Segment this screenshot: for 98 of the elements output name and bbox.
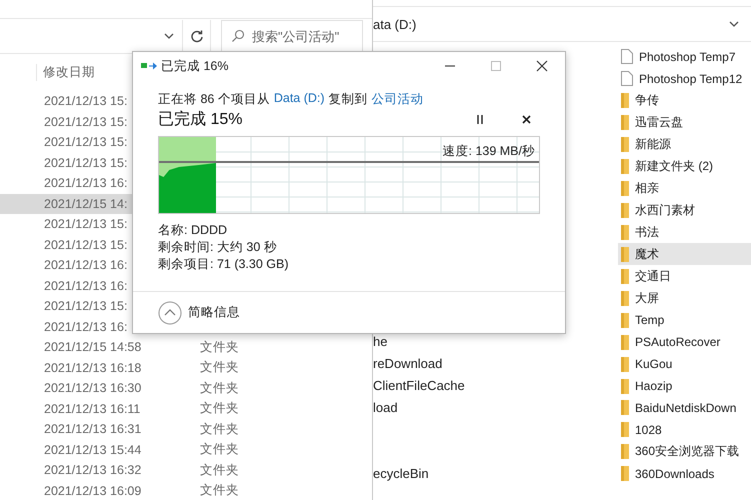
file-item[interactable]: 1028 [618, 418, 751, 441]
detail-text: 剩余项目: 71 (3.30 GB) [158, 256, 290, 273]
file-item[interactable]: 水西门素材 [618, 200, 751, 222]
folder-icon [621, 466, 629, 482]
search-field[interactable]: 搜索"公司活动" [221, 20, 363, 52]
file-name[interactable]: reDownload [373, 352, 465, 375]
item-type: 文件夹 [200, 338, 239, 356]
file-item[interactable]: 新建文件夹 (2) [618, 156, 751, 178]
file-item[interactable]: 新能源 [618, 134, 751, 156]
detail-text: 剩余时间: 大约 30 秒 [158, 239, 278, 256]
copy-description: 复制到 [328, 91, 368, 108]
item-type: 文件夹 [200, 359, 239, 376]
file-item[interactable]: PSAutoRecover [618, 331, 751, 354]
folder-icon [621, 290, 629, 306]
refresh-icon [190, 29, 204, 43]
file-row[interactable]: 2021/12/13 16:11 文件夹 [0, 398, 372, 419]
item-type: 文件夹 [200, 420, 239, 438]
date-modified: 2021/12/13 16:32 [44, 463, 142, 478]
cancel-icon [522, 114, 530, 124]
chevron-up-icon [158, 300, 182, 324]
folder-icon [621, 181, 629, 196]
folder-icon [621, 159, 629, 174]
file-item[interactable]: BaiduNetdiskDown [618, 397, 751, 419]
close-icon [536, 60, 548, 72]
item-type: 文件夹 [200, 380, 239, 397]
maximize-icon [490, 60, 502, 72]
item-type: 文件夹 [200, 462, 239, 479]
file-row[interactable]: 2021/12/13 16:18 文件夹 [0, 358, 372, 378]
document-icon [621, 71, 633, 86]
file-row[interactable]: 2021/12/13 16:31 文件夹 [0, 419, 372, 440]
file-item[interactable]: Haozip [618, 375, 751, 397]
file-name[interactable]: load [373, 396, 465, 419]
folder-icon [621, 93, 629, 108]
file-item[interactable]: 360Downloads [618, 462, 751, 485]
date-modified: 2021/12/13 16:18 [44, 360, 142, 375]
folder-icon [621, 246, 629, 262]
file-item[interactable]: KuGou [618, 353, 751, 376]
date-modified: 2021/12/13 16:11 [44, 402, 140, 416]
item-type: 文件夹 [200, 441, 239, 458]
file-item[interactable]: 魔术 [618, 243, 751, 266]
chevron-down-icon [164, 33, 174, 39]
progress-title: 已完成 15% [158, 110, 242, 130]
fewer-details-button[interactable]: 简略信息 [158, 300, 240, 324]
file-name[interactable]: ClientFileCache [373, 374, 465, 397]
date-modified: 2021/12/13 16: [44, 176, 128, 190]
file-row[interactable]: 2021/12/13 16:30 文件夹 [0, 378, 372, 398]
folder-icon [621, 356, 629, 372]
date-modified: 2021/12/15 14: [44, 196, 128, 211]
date-modified: 2021/12/15 14:58 [44, 340, 142, 354]
date-modified: 2021/12/13 15: [44, 135, 128, 150]
file-item[interactable]: 360安全浏览器下载 [618, 440, 751, 463]
item-type: 文件夹 [200, 482, 239, 500]
folder-icon [621, 268, 629, 284]
document-icon [621, 49, 633, 64]
file-name[interactable]: he [373, 331, 465, 353]
folder-icon [621, 422, 629, 438]
destination-link[interactable]: 公司活动 [372, 91, 424, 108]
address-field[interactable]: ata (D:) [373, 6, 751, 42]
date-modified: 2021/12/13 16:09 [44, 484, 142, 498]
folder-icon [621, 334, 629, 350]
copy-icon [141, 61, 157, 71]
date-modified: 2021/12/13 15:44 [44, 442, 142, 457]
file-item[interactable]: 争传 [618, 90, 751, 112]
file-item[interactable]: 相亲 [618, 178, 751, 200]
item-type: 文件夹 [200, 400, 239, 418]
speed-label: 速度: 139 MB/秒 [442, 143, 535, 160]
detail-text: 名称: DDDD [158, 222, 228, 239]
date-modified: 2021/12/13 16: [44, 320, 128, 334]
file-item[interactable]: 迅雷云盘 [618, 112, 751, 134]
column-header[interactable]: 修改日期 [36, 64, 95, 80]
date-modified: 2021/12/13 15: [44, 156, 128, 170]
file-item[interactable]: Temp [618, 309, 751, 332]
file-item[interactable]: 书法 [618, 222, 751, 244]
date-modified: 2021/12/13 16:31 [44, 422, 142, 436]
folder-icon [621, 312, 629, 328]
folder-icon [621, 444, 629, 460]
date-modified: 2021/12/13 16:30 [44, 381, 142, 396]
copy-description: 正在将 86 个项目从 [158, 91, 270, 108]
source-link[interactable]: Data (D:) [274, 91, 325, 108]
pause-icon [476, 114, 484, 124]
file-name[interactable]: ecycleBin [373, 462, 465, 485]
file-item[interactable]: Photoshop Temp7 [618, 46, 751, 68]
chevron-down-icon [729, 21, 739, 27]
file-item[interactable]: 大屏 [618, 287, 751, 310]
file-row[interactable]: 2021/12/13 16:32 文件夹 [0, 460, 372, 480]
folder-icon [621, 115, 629, 130]
file-item[interactable]: 交通日 [618, 265, 751, 288]
window-title: 已完成 16% [161, 58, 228, 74]
file-row[interactable]: 2021/12/13 16:09 文件夹 [0, 480, 372, 500]
file-row[interactable]: 2021/12/13 15:44 文件夹 [0, 440, 372, 460]
file-row[interactable]: 2021/12/15 14:58 文件夹 [0, 337, 372, 358]
date-modified: 2021/12/13 16: [44, 278, 128, 293]
folder-icon [621, 378, 629, 394]
folder-icon [621, 400, 629, 416]
file-item[interactable]: Photoshop Temp12 [618, 68, 751, 90]
folder-icon [621, 203, 629, 218]
folder-icon [621, 137, 629, 152]
folder-icon [621, 224, 629, 240]
